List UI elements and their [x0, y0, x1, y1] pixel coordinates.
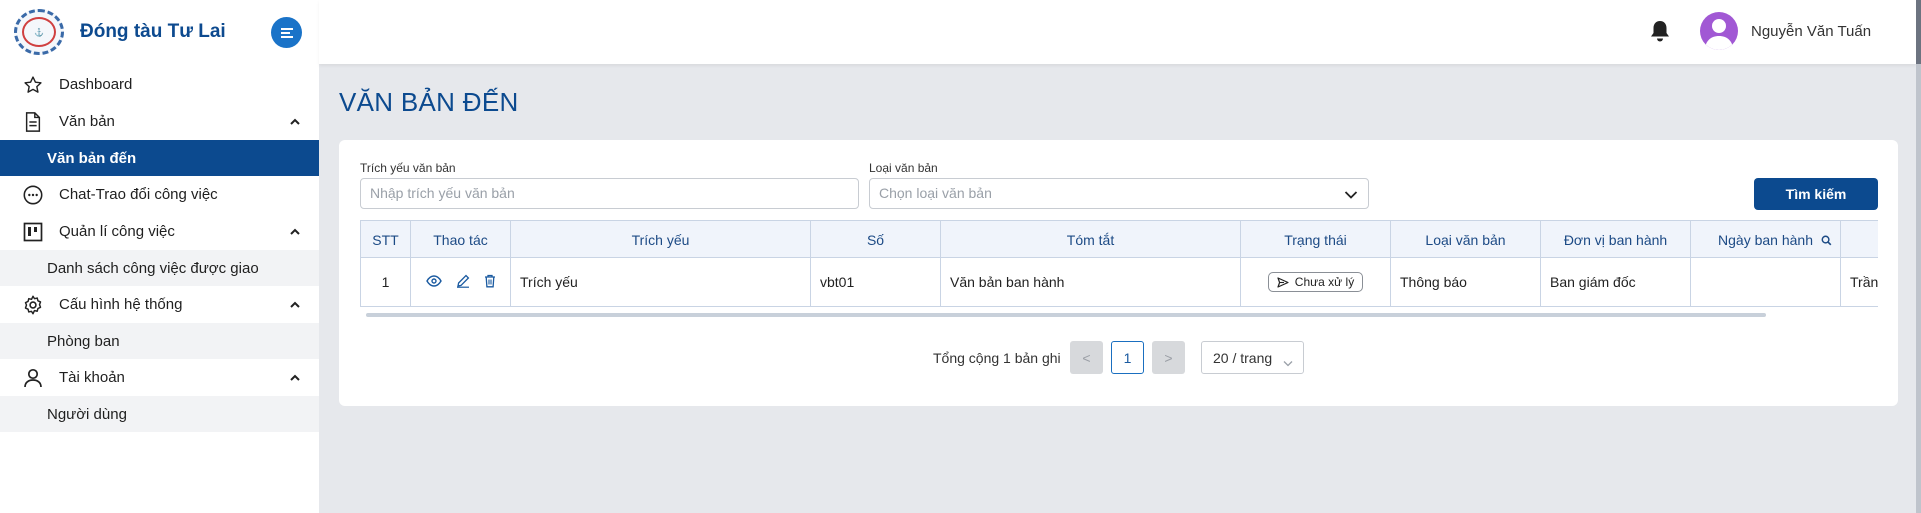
sidebar-item-nguoi-dung[interactable]: Người dùng — [0, 396, 319, 432]
sidebar-item-label: Dashboard — [59, 76, 133, 93]
avatar[interactable] — [1700, 12, 1738, 50]
sidebar-item-tai-khoan[interactable]: Tài khoản — [0, 359, 319, 396]
gear-icon — [22, 294, 44, 316]
column-header: Đơn vị ban hành — [1540, 221, 1690, 258]
user-name[interactable]: Nguyễn Văn Tuấn — [1751, 23, 1871, 40]
sidebar-item-dashboard[interactable]: Dashboard — [0, 66, 319, 103]
column-header: Thao tác — [410, 221, 510, 258]
sidebar-item-label: Tài khoản — [59, 369, 125, 386]
summary-input[interactable]: Nhập trích yếu văn bản — [360, 178, 859, 209]
edit-icon[interactable] — [456, 274, 470, 291]
column-header: Trạng thái — [1240, 221, 1390, 258]
search-icon[interactable] — [1821, 233, 1832, 249]
send-icon — [1277, 276, 1289, 288]
column-header: Loại văn bản — [1390, 221, 1540, 258]
cell-don-vi: Ban giám đốc — [1540, 258, 1690, 306]
column-header: Số — [810, 221, 940, 258]
sidebar-item-van-ban[interactable]: Văn bản — [0, 103, 319, 140]
document-icon — [22, 111, 44, 133]
logo-mark: ⚓ — [22, 17, 56, 47]
sidebar-item-label: Cấu hình hệ thống — [59, 296, 183, 313]
search-button[interactable]: Tìm kiếm — [1754, 178, 1878, 210]
type-select-placeholder: Chọn loại văn bản — [879, 185, 992, 201]
column-header: Trích yếu — [510, 221, 810, 258]
topbar: Nguyễn Văn Tuấn — [319, 0, 1916, 64]
chevron-down-icon — [1344, 187, 1358, 203]
status-badge[interactable]: Chưa xử lý — [1267, 272, 1364, 292]
chevron-up-icon[interactable] — [289, 224, 301, 241]
user-icon — [1705, 19, 1733, 50]
chat-icon — [22, 184, 44, 206]
column-header: STT — [360, 221, 410, 258]
next-page-button[interactable]: > — [1152, 341, 1185, 374]
chevron-down-icon — [1283, 354, 1293, 370]
total-records: Tổng cộng 1 bản ghi — [933, 350, 1061, 366]
chevron-up-icon[interactable] — [289, 114, 301, 131]
cell-extra: Trần — [1840, 258, 1878, 306]
column-header-ngay: Ngày ban hành — [1690, 221, 1840, 258]
cell-tom-tat: Văn bản ban hành — [940, 258, 1240, 306]
cell-trich-yeu: Trích yếu — [510, 258, 810, 306]
column-header — [1840, 221, 1878, 258]
star-icon — [22, 74, 44, 96]
cell-actions — [410, 258, 510, 306]
prev-page-button[interactable]: < — [1070, 341, 1103, 374]
sidebar-item-label: Chat-Trao đổi công việc — [59, 186, 218, 203]
sidebar-nav: Dashboard Văn bản Văn bản đến Chat-Trao … — [0, 66, 319, 432]
cell-ngay — [1690, 258, 1840, 306]
sidebar: ⚓ Đóng tàu Tư Lai Dashboard Văn bản Văn … — [0, 0, 319, 513]
table-header: STT Thao tác Trích yếu Số Tóm tắt Trạng … — [360, 220, 1878, 258]
sidebar-item-cau-hinh[interactable]: Cấu hình hệ thống — [0, 286, 319, 323]
page-1-button[interactable]: 1 — [1111, 341, 1144, 374]
status-label: Chưa xử lý — [1294, 275, 1355, 289]
summary-label: Trích yếu văn bản — [360, 161, 456, 175]
page-title: VĂN BẢN ĐẾN — [339, 87, 519, 117]
type-select[interactable]: Chọn loại văn bản — [869, 178, 1369, 209]
cell-loai: Thông báo — [1390, 258, 1540, 306]
documents-table: STT Thao tác Trích yếu Số Tóm tắt Trạng … — [360, 220, 1878, 323]
scrollbar-thumb[interactable] — [1916, 0, 1921, 64]
sidebar-item-phong-ban[interactable]: Phòng ban — [0, 323, 319, 359]
sidebar-item-chat[interactable]: Chat-Trao đổi công việc — [0, 176, 319, 213]
user-icon — [22, 367, 44, 389]
brand-name: Đóng tàu Tư Lai — [80, 21, 226, 42]
bell-icon[interactable] — [1649, 19, 1671, 48]
menu-icon — [280, 27, 293, 38]
delete-icon[interactable] — [484, 274, 496, 291]
sidebar-item-van-ban-den[interactable]: Văn bản đến — [0, 140, 319, 176]
sidebar-item-label: Văn bản — [59, 113, 115, 130]
cell-stt: 1 — [360, 258, 410, 306]
vertical-scrollbar[interactable] — [1916, 0, 1921, 513]
company-logo: ⚓ — [14, 9, 64, 55]
type-label: Loại văn bản — [869, 161, 938, 175]
sidebar-item-label: Quản lí công việc — [59, 223, 175, 240]
page-size-select[interactable]: 20 / trang — [1201, 341, 1304, 374]
column-header-label: Ngày ban hành — [1718, 231, 1813, 248]
cell-trang-thai: Chưa xử lý — [1240, 258, 1390, 306]
sidebar-item-quan-li-cong-viec[interactable]: Quản lí công việc — [0, 213, 319, 250]
chevron-up-icon[interactable] — [289, 370, 301, 387]
column-header: Tóm tắt — [940, 221, 1240, 258]
sidebar-item-danh-sach-cong-viec[interactable]: Danh sách công việc được giao — [0, 250, 319, 286]
horizontal-scrollbar[interactable] — [366, 313, 1766, 317]
eye-icon[interactable] — [425, 274, 442, 291]
menu-toggle-button[interactable] — [271, 17, 302, 48]
cell-so: vbt01 — [810, 258, 940, 306]
table-row[interactable]: 1 Trích yếu vbt01 Văn bản ban hành Chưa … — [360, 258, 1878, 307]
chevron-up-icon[interactable] — [289, 297, 301, 314]
kanban-icon — [22, 221, 44, 243]
page-size-label: 20 / trang — [1213, 349, 1273, 366]
